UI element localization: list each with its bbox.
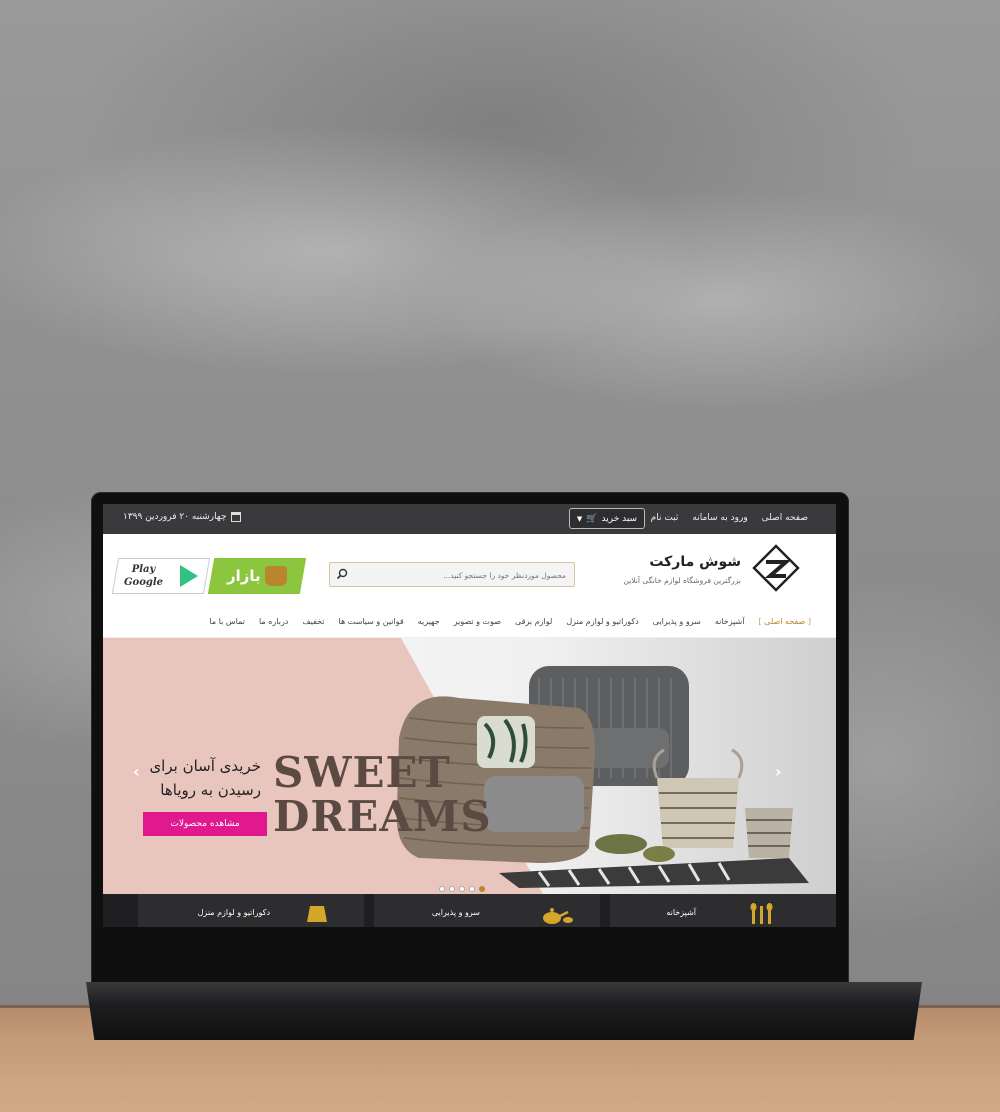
top-link-register[interactable]: ثبت نام xyxy=(651,513,679,523)
nav-item-label: صفحه اصلی xyxy=(764,617,806,626)
nav-item-electric[interactable]: لوازم برقی xyxy=(508,617,559,626)
slide-heading-line1: خریدی آسان برای xyxy=(149,757,261,775)
laptop-screen: صفحه اصلی ورود به سامانه ثبت نام سبد خری… xyxy=(103,504,836,927)
main-nav: [ صفحه اصلی ] آشپزخانه سرو و پذیرایی دکو… xyxy=(103,608,836,638)
date-text: چهارشنبه ۲۰ فروردین ۱۳۹۹ xyxy=(123,512,227,522)
search-icon[interactable] xyxy=(336,568,348,580)
category-label: آشپزخانه xyxy=(666,908,696,917)
nav-item-audio-video[interactable]: صوت و تصویر xyxy=(447,617,508,626)
google-play-line2: Google xyxy=(124,577,164,588)
slider-dot[interactable] xyxy=(469,886,475,892)
top-link-home[interactable]: صفحه اصلی xyxy=(762,513,808,523)
nav-item-contact[interactable]: تماس با ما xyxy=(202,617,252,626)
teapot-icon xyxy=(543,908,573,924)
bracket-icon: [ xyxy=(805,617,811,626)
site-header: شوش مارکت بزرگترین فروشگاه لوازم خانگی آ… xyxy=(103,534,836,608)
nav-list: [ صفحه اصلی ] آشپزخانه سرو و پذیرایی دکو… xyxy=(202,617,818,626)
nav-item-about[interactable]: درباره ما xyxy=(252,617,295,626)
calendar-icon xyxy=(230,512,241,522)
logo-mark-icon xyxy=(752,544,800,592)
slider-dot[interactable] xyxy=(439,886,445,892)
slider-dots xyxy=(439,886,485,892)
slide-word-sweet: SWEET xyxy=(273,748,451,797)
category-bar: آشپزخانه سرو و پذیرایی دکوراتیو و لوازم … xyxy=(103,894,836,927)
nav-item-rules[interactable]: قوانین و سیاست ها xyxy=(332,617,411,626)
furniture-image xyxy=(396,666,809,888)
hero-slider: SWEET DREAMS خریدی آسان برای رسیدن به رو… xyxy=(103,638,836,894)
google-play-line1: Play xyxy=(131,564,156,575)
chevron-down-icon: ▼ xyxy=(576,514,583,523)
cart-button[interactable]: سبد خرید 🛒 ▼ xyxy=(569,508,645,529)
category-kitchen[interactable]: آشپزخانه xyxy=(610,894,836,927)
slide-heading: خریدی آسان برای رسیدن به رویاها xyxy=(143,754,261,802)
laptop-base xyxy=(86,982,922,1040)
top-bar: صفحه اصلی ورود به سامانه ثبت نام سبد خری… xyxy=(103,504,836,534)
site-subtitle: بزرگترین فروشگاه لوازم خانگی آنلاین xyxy=(623,576,742,585)
nav-item-home[interactable]: [ صفحه اصلی ] xyxy=(751,617,818,626)
date-display: چهارشنبه ۲۰ فروردین ۱۳۹۹ xyxy=(123,512,241,522)
google-play-badge[interactable]: Play Google xyxy=(111,558,211,594)
bazaar-label: بازار xyxy=(227,567,261,585)
category-label: سرو و پذیرایی xyxy=(431,908,480,917)
lamp-icon xyxy=(307,906,327,922)
category-label: دکوراتیو و لوازم منزل xyxy=(197,908,270,917)
category-serving[interactable]: سرو و پذیرایی xyxy=(374,894,600,927)
chevron-right-icon[interactable]: › xyxy=(775,762,782,781)
nav-item-kitchen[interactable]: آشپزخانه xyxy=(708,617,752,626)
kitchen-utensils-icon xyxy=(750,903,773,924)
nav-item-serving[interactable]: سرو و پذیرایی xyxy=(646,617,708,626)
slider-dot[interactable] xyxy=(449,886,455,892)
top-links: صفحه اصلی ورود به سامانه ثبت نام xyxy=(651,513,808,523)
site-title: شوش مارکت xyxy=(649,554,741,570)
shopping-bag-icon xyxy=(264,566,287,586)
nav-item-dowry[interactable]: جهیزیه xyxy=(411,617,447,626)
slide-heading-line2: رسیدن به رویاها xyxy=(160,781,261,799)
slider-dot-active[interactable] xyxy=(479,886,485,892)
site-logo[interactable] xyxy=(752,544,800,592)
nav-item-decorative[interactable]: دکوراتیو و لوازم منزل xyxy=(559,617,645,626)
play-triangle-icon xyxy=(179,565,198,587)
google-play-text: Play Google xyxy=(124,563,163,589)
slide-word-dreams: DREAMS xyxy=(273,792,492,841)
top-link-login[interactable]: ورود به سامانه xyxy=(692,513,747,523)
chevron-left-icon[interactable]: ‹ xyxy=(133,762,140,781)
view-products-button[interactable]: مشاهده محصولات xyxy=(143,812,267,836)
cart-icon: 🛒 xyxy=(586,513,598,524)
slider-dot[interactable] xyxy=(459,886,465,892)
search-box xyxy=(329,562,575,587)
bazaar-badge[interactable]: بازار xyxy=(207,558,307,594)
category-decorative[interactable]: دکوراتیو و لوازم منزل xyxy=(138,894,364,927)
cart-label: سبد خرید xyxy=(601,513,638,524)
nav-item-discount[interactable]: تخفیف xyxy=(295,617,331,626)
search-input[interactable] xyxy=(364,564,574,587)
